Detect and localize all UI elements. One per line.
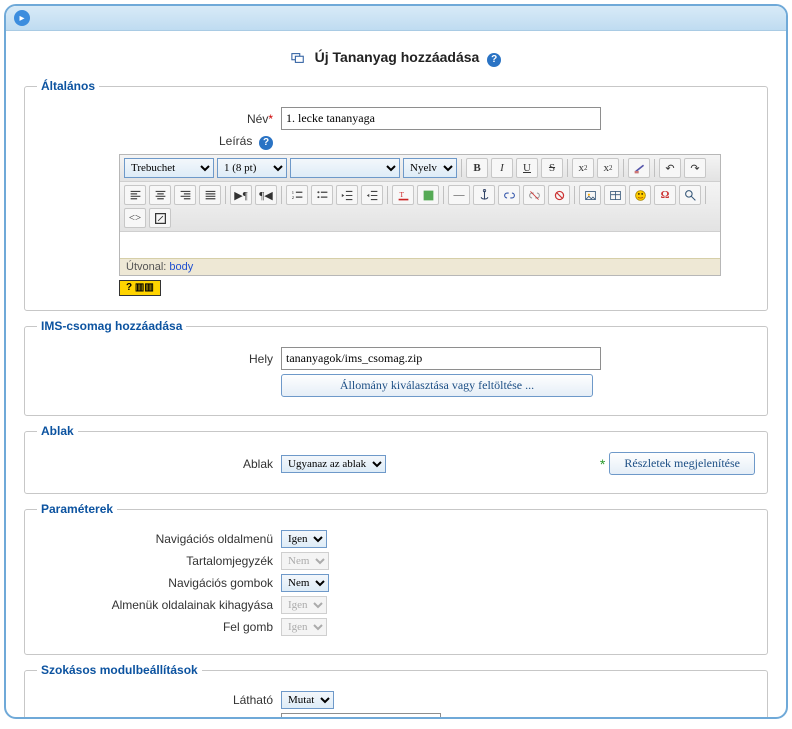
align-justify-button[interactable] (199, 185, 221, 205)
rtl-button[interactable]: ¶◀ (255, 185, 277, 205)
fieldset-ims: IMS-csomag hozzáadása Hely Állomány kivá… (24, 319, 768, 416)
collapse-toggle[interactable]: ▸ (14, 10, 30, 26)
window-titlebar: ▸ (6, 6, 786, 31)
ordered-list-button[interactable]: 12 (286, 185, 308, 205)
font-family-select[interactable]: Trebuchet (124, 158, 214, 178)
fieldset-general: Általános Név* Leírás ? Trebuchet 1 (8 p… (24, 79, 768, 311)
image-button[interactable] (579, 185, 601, 205)
resource-icon (291, 51, 305, 65)
redo-button[interactable]: ↷ (684, 158, 706, 178)
label-nav-side: Navigációs oldalmenü (37, 532, 281, 546)
page-title: Új Tananyag hozzáadása ? (24, 41, 768, 71)
label-skip-sub: Almenük oldalainak kihagyása (37, 598, 281, 612)
fieldset-window: Ablak Ablak Ugyanaz az ablak * Részletek… (24, 424, 768, 494)
align-left-button[interactable] (124, 185, 146, 205)
special-char-button[interactable]: Ω (654, 185, 676, 205)
html-source-button[interactable]: <> (124, 208, 146, 228)
label-window: Ablak (37, 457, 281, 471)
anchor-button[interactable] (473, 185, 495, 205)
link-button[interactable] (498, 185, 520, 205)
label-desc: Leírás ? (37, 134, 281, 150)
nolink-button[interactable] (548, 185, 570, 205)
show-details-button[interactable]: Részletek megjelenítése (609, 452, 755, 475)
ltr-button[interactable]: ▶¶ (230, 185, 252, 205)
help-icon[interactable]: ? (487, 53, 501, 67)
lang-select[interactable]: Nyelv (403, 158, 457, 178)
font-size-select[interactable]: 1 (8 pt) (217, 158, 287, 178)
legend-ims: IMS-csomag hozzáadása (37, 319, 186, 333)
legend-general: Általános (37, 79, 99, 93)
outdent-button[interactable] (336, 185, 358, 205)
name-input[interactable] (281, 107, 601, 130)
skip-sub-select[interactable]: Igen (281, 596, 327, 614)
visible-select[interactable]: Mutat (281, 691, 334, 709)
strike-button[interactable]: S (541, 158, 563, 178)
help-icon[interactable]: ? (259, 719, 273, 720)
keyboard-badge[interactable]: ? ▥▥ (119, 280, 161, 296)
star-icon: * (600, 456, 605, 472)
label-toc: Tartalomjegyzék (37, 554, 281, 568)
find-button[interactable] (679, 185, 701, 205)
table-button[interactable] (604, 185, 626, 205)
unordered-list-button[interactable] (311, 185, 333, 205)
fieldset-parameters: Paraméterek Navigációs oldalmenüIgen Tar… (24, 502, 768, 655)
bg-color-button[interactable] (417, 185, 439, 205)
legend-window: Ablak (37, 424, 78, 438)
smiley-button[interactable] (629, 185, 651, 205)
ims-location-input[interactable] (281, 347, 601, 370)
align-center-button[interactable] (149, 185, 171, 205)
unlink-button[interactable] (523, 185, 545, 205)
hr-button[interactable]: — (448, 185, 470, 205)
label-up-btn: Fel gomb (37, 620, 281, 634)
toc-select[interactable]: Nem (281, 552, 329, 570)
legend-common: Szokásos modulbeállítások (37, 663, 202, 677)
text-color-button[interactable]: T (392, 185, 414, 205)
editor-path: Útvonal: body (120, 258, 720, 275)
indent-button[interactable] (361, 185, 383, 205)
svg-text:T: T (399, 190, 404, 199)
window-select[interactable]: Ugyanaz az ablak (281, 455, 386, 473)
fullscreen-button[interactable] (149, 208, 171, 228)
nav-side-select[interactable]: Igen (281, 530, 327, 548)
idnumber-input[interactable] (281, 713, 441, 719)
legend-parameters: Paraméterek (37, 502, 117, 516)
nav-buttons-select[interactable]: Nem (281, 574, 329, 592)
up-btn-select[interactable]: Igen (281, 618, 327, 636)
label-name: Név* (37, 112, 281, 126)
svg-text:2: 2 (291, 194, 293, 199)
fieldset-common: Szokásos modulbeállítások LáthatóMutat A… (24, 663, 768, 719)
label-location: Hely (37, 352, 281, 366)
label-visible: Látható (37, 693, 281, 707)
editor-content[interactable] (120, 232, 720, 258)
main-panel: ▸ Új Tananyag hozzáadása ? Általános Név… (4, 4, 788, 719)
choose-upload-button[interactable]: Állomány kiválasztása vagy feltöltése ..… (281, 374, 593, 397)
bold-button[interactable]: B (466, 158, 488, 178)
underline-button[interactable]: U (516, 158, 538, 178)
label-idnumber: Azonosítószám ? (37, 717, 281, 720)
superscript-button[interactable]: x2 (597, 158, 619, 178)
subscript-button[interactable]: x2 (572, 158, 594, 178)
clean-button[interactable] (628, 158, 650, 178)
rich-text-editor: Trebuchet 1 (8 pt) Nyelv B I U S x2 x2 ↶ (119, 154, 721, 276)
label-nav-buttons: Navigációs gombok (37, 576, 281, 590)
help-icon[interactable]: ? (259, 136, 273, 150)
italic-button[interactable]: I (491, 158, 513, 178)
align-right-button[interactable] (174, 185, 196, 205)
format-select[interactable] (290, 158, 400, 178)
undo-button[interactable]: ↶ (659, 158, 681, 178)
